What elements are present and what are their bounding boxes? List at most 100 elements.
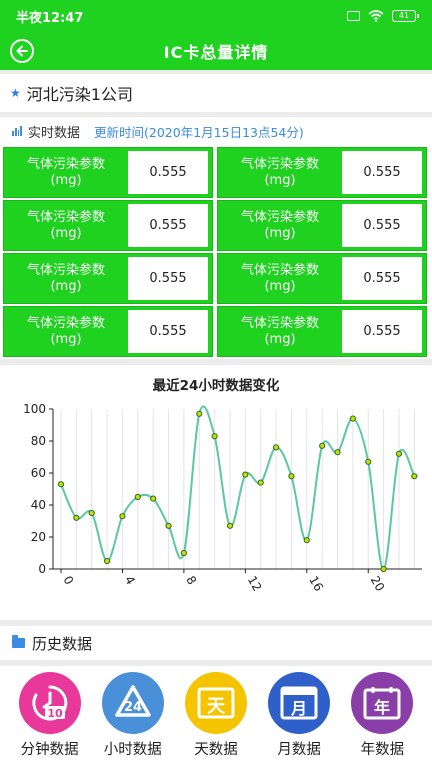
param-cell: 气体污染参数 (mg) 0.555 — [3, 253, 213, 304]
chart-point — [257, 479, 264, 486]
hour-glyph-text: 24 — [124, 700, 142, 715]
wifi-icon — [368, 10, 384, 22]
chart-point — [349, 415, 356, 422]
chart-point — [119, 513, 126, 520]
chart-point — [365, 458, 372, 465]
chart-point — [150, 495, 157, 502]
day-glyph-text: 天 — [207, 696, 226, 717]
realtime-header: 实时数据 更新时间(2020年1月15日13点54分) — [0, 118, 432, 144]
data-period-nav: 10 分钟数据 24 小时数据 天 天数据 月 月数据 年 年数据 — [0, 668, 432, 768]
param-cell: 气体污染参数 (mg) 0.555 — [217, 200, 427, 251]
param-value: 0.555 — [128, 204, 208, 247]
notification-icon — [347, 11, 360, 21]
battery-icon: 41 — [392, 10, 419, 22]
status-time: 半夜12:47 — [16, 10, 84, 26]
param-unit: (mg) — [50, 225, 82, 241]
param-cell: 气体污染参数 (mg) 0.555 — [3, 306, 213, 357]
chart-y-tick-label: 40 — [31, 498, 46, 512]
param-name: 气体污染参数 — [240, 156, 319, 172]
history-header: 历史数据 — [0, 626, 432, 660]
month-calendar-icon: 月 — [268, 672, 331, 734]
chart-point — [334, 449, 341, 456]
chart-point — [395, 450, 403, 457]
chart-point — [226, 522, 234, 529]
status-bar: 半夜12:47 41 — [0, 0, 432, 32]
param-cell: 气体污染参数 (mg) 0.555 — [217, 147, 427, 198]
divider — [0, 660, 432, 666]
param-value: 0.555 — [128, 151, 208, 194]
chart-y-tick-label: 100 — [23, 402, 46, 416]
chart-point — [73, 514, 80, 521]
calendar-glyph: 月 — [280, 686, 318, 720]
chart-point — [134, 493, 141, 501]
divider — [0, 359, 432, 365]
param-label: 气体污染参数 (mg) — [218, 201, 342, 250]
chart-y-tick-label: 20 — [31, 530, 46, 544]
chart-series-line — [60, 405, 416, 571]
param-label: 气体污染参数 (mg) — [218, 307, 342, 356]
param-cell: 气体污染参数 (mg) 0.555 — [217, 253, 427, 304]
chart-x-tick-label: 4 — [122, 574, 138, 588]
chart-point — [303, 537, 310, 544]
param-value: 0.555 — [342, 310, 422, 353]
param-unit: (mg) — [50, 278, 82, 294]
chart-y-tick-label: 60 — [31, 466, 46, 480]
bar-chart-icon — [12, 126, 22, 136]
clock-glyph: 10 — [32, 685, 67, 721]
param-value: 0.555 — [128, 257, 208, 300]
nav-label: 天数据 — [194, 742, 238, 758]
nav-label: 小时数据 — [103, 742, 162, 758]
chart-x-tick-label: 0 — [60, 574, 76, 588]
year-calendar-icon: 年 — [351, 672, 414, 734]
minute-clock-icon: 10 — [18, 672, 81, 734]
nav-hour-data[interactable]: 24 小时数据 — [96, 672, 170, 768]
calendar-glyph: 天 — [197, 687, 235, 719]
chart-point — [165, 522, 172, 529]
param-name: 气体污染参数 — [26, 262, 105, 278]
param-value: 0.555 — [342, 151, 422, 194]
param-unit: (mg) — [50, 331, 82, 347]
chart-svg: 0 20 40 60 80 100 0 4 8 12 16 20 — [23, 402, 422, 594]
chart-point — [411, 473, 418, 480]
param-unit: (mg) — [264, 225, 296, 241]
param-name: 气体污染参数 — [240, 262, 319, 278]
status-icons: 41 — [347, 10, 419, 22]
param-label: 气体污染参数 (mg) — [4, 148, 128, 197]
realtime-grid: 气体污染参数 (mg) 0.555 气体污染参数 (mg) 0.555 气体污染参数… — [3, 147, 429, 357]
param-value: 0.555 — [342, 204, 422, 247]
company-name: 河北污染1公司 — [26, 85, 133, 104]
chart-point — [242, 471, 249, 478]
param-cell: 气体污染参数 (mg) 0.555 — [3, 147, 213, 198]
param-unit: (mg) — [50, 172, 82, 188]
nav-day-data[interactable]: 天 天数据 — [179, 672, 253, 768]
param-label: 气体污染参数 (mg) — [4, 307, 128, 356]
chart-point — [319, 442, 326, 449]
chart-point — [196, 410, 203, 417]
star-icon: ★ — [10, 86, 21, 100]
param-name: 气体污染参数 — [26, 315, 105, 331]
chart-point — [57, 481, 65, 488]
update-time: 更新时间(2020年1月15日13点54分) — [94, 124, 304, 140]
nav-month-data[interactable]: 月 月数据 — [262, 672, 336, 768]
nav-minute-data[interactable]: 10 分钟数据 — [13, 672, 87, 768]
param-name: 气体污染参数 — [240, 315, 319, 331]
chart-x-tick-label: 12 — [245, 574, 265, 594]
folder-icon — [12, 635, 25, 648]
chart-point — [288, 473, 295, 480]
param-name: 气体污染参数 — [240, 209, 319, 225]
realtime-label: 实时数据 — [28, 125, 81, 141]
year-glyph-text: 年 — [374, 698, 390, 717]
param-name: 气体污染参数 — [26, 209, 105, 225]
param-name: 气体污染参数 — [26, 156, 105, 172]
nav-year-data[interactable]: 年 年数据 — [345, 672, 419, 768]
param-value: 0.555 — [128, 310, 208, 353]
page-title: IC卡总量详情 — [163, 43, 269, 62]
chart-y-tick-label: 0 — [38, 562, 46, 576]
chart-point — [211, 433, 218, 440]
back-button[interactable] — [10, 39, 34, 63]
chart-point — [272, 444, 280, 451]
chart-point — [180, 549, 187, 557]
calendar-glyph: 年 — [363, 687, 401, 720]
company-header: ★ 河北污染1公司 — [0, 74, 432, 112]
back-arrow-icon — [16, 45, 28, 57]
